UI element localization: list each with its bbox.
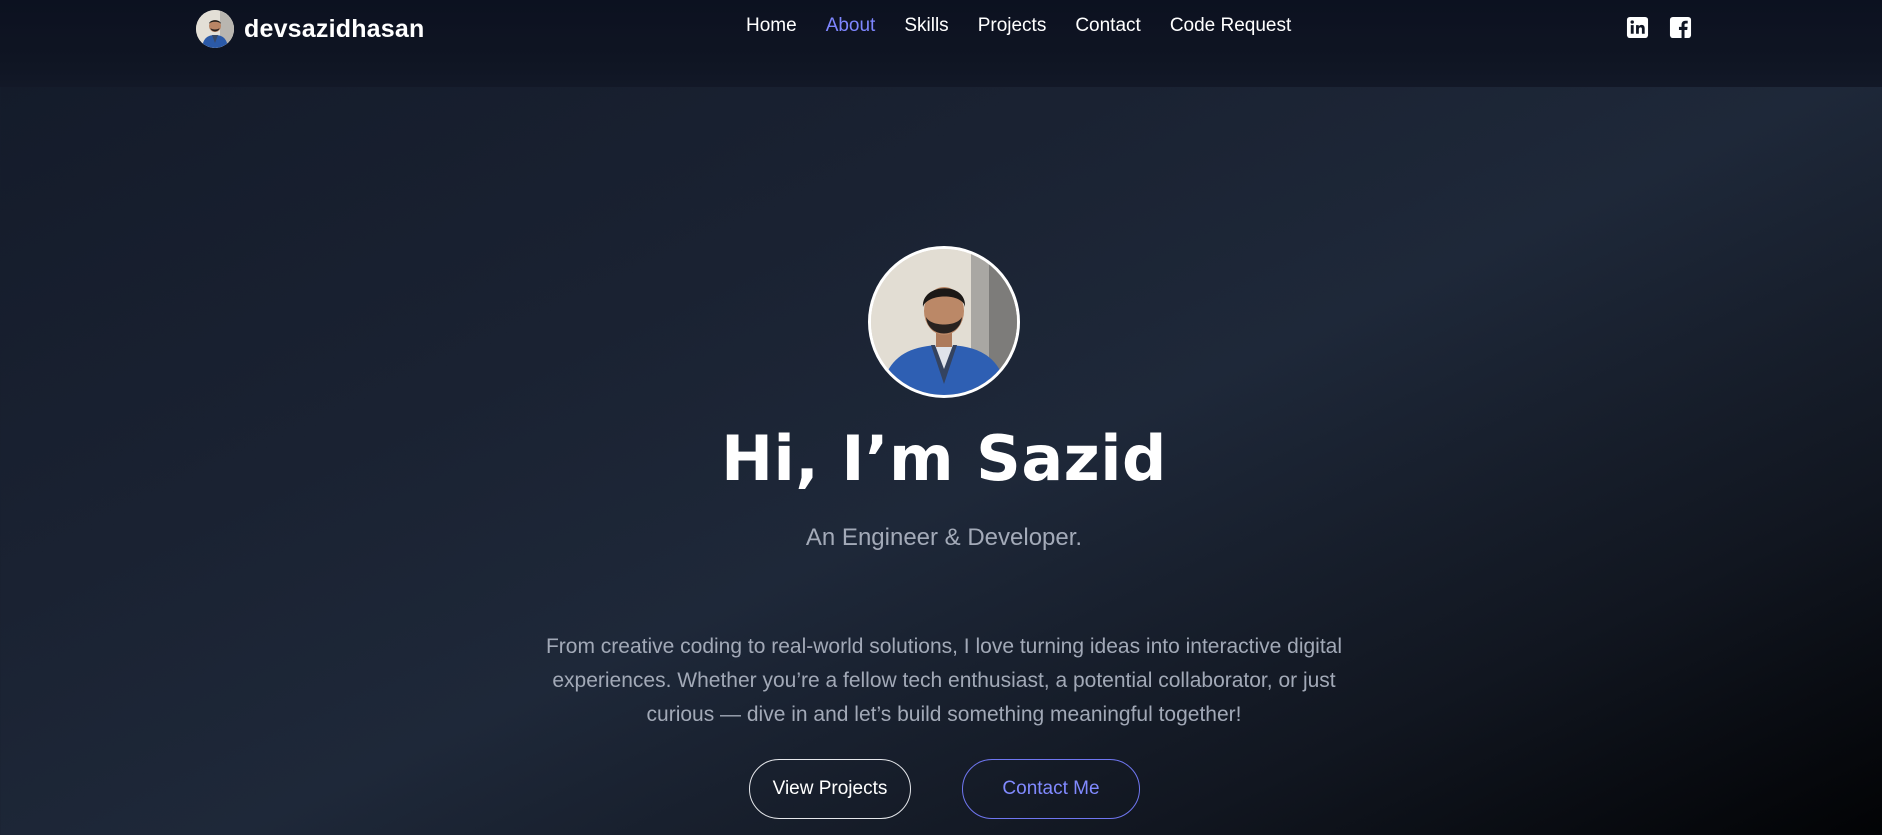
hero-title: Hi, I’m Sazid bbox=[721, 422, 1167, 495]
social-links bbox=[1626, 16, 1692, 39]
facebook-icon[interactable] bbox=[1669, 16, 1692, 39]
nav-item-code-request[interactable]: Code Request bbox=[1170, 15, 1291, 37]
profile-photo bbox=[868, 246, 1020, 398]
main-nav: Home About Skills Projects Contact Code … bbox=[746, 15, 1291, 37]
top-navigation-bar: devsazidhasan Home About Skills Projects… bbox=[0, 0, 1882, 87]
nav-item-contact[interactable]: Contact bbox=[1075, 15, 1140, 37]
contact-me-button[interactable]: Contact Me bbox=[962, 759, 1140, 819]
brand-logo[interactable]: devsazidhasan bbox=[196, 9, 424, 49]
linkedin-icon[interactable] bbox=[1626, 16, 1649, 39]
nav-item-about[interactable]: About bbox=[826, 15, 876, 37]
nav-item-projects[interactable]: Projects bbox=[978, 15, 1047, 37]
nav-item-home[interactable]: Home bbox=[746, 15, 797, 37]
hero-description: From creative coding to real-world solut… bbox=[545, 635, 1343, 726]
brand-name: devsazidhasan bbox=[244, 14, 425, 43]
hero-subtitle: An Engineer & Developer. bbox=[805, 524, 1083, 551]
nav-item-skills[interactable]: Skills bbox=[904, 15, 948, 37]
brand-avatar-icon bbox=[196, 10, 234, 48]
view-projects-button[interactable]: View Projects bbox=[749, 759, 911, 819]
